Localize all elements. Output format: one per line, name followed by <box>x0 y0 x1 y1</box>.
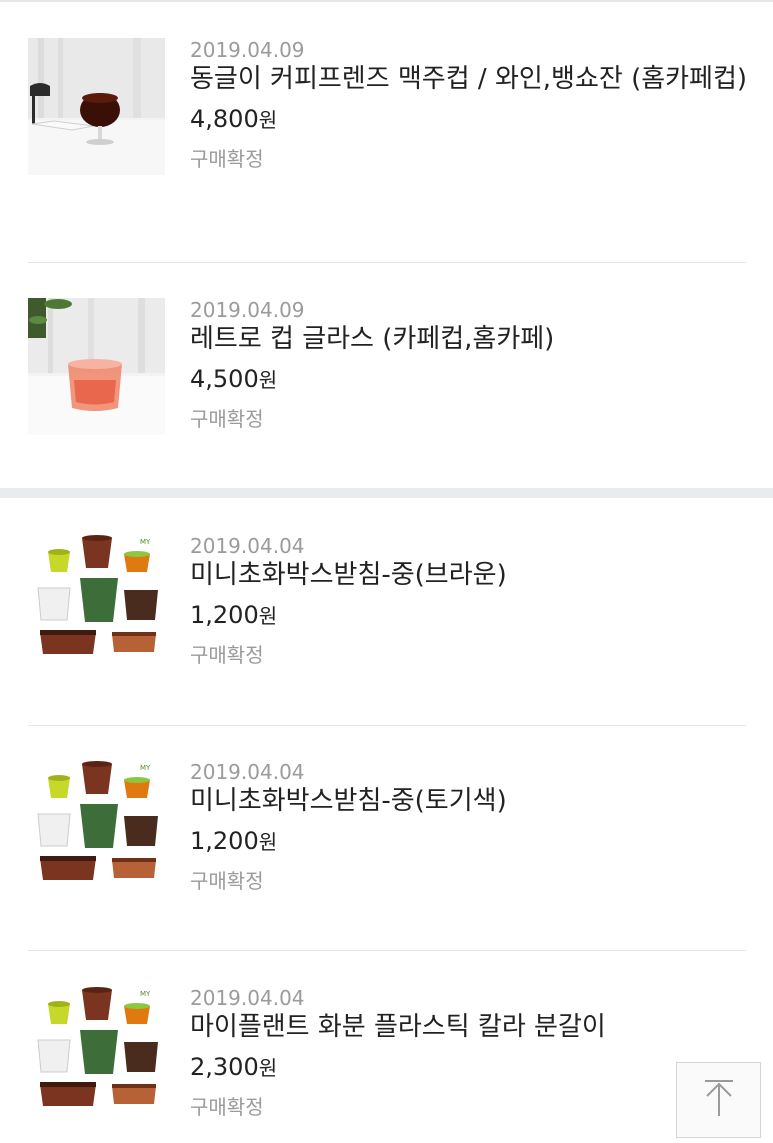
currency-label: 원 <box>258 368 278 392</box>
price-value: 4,800 <box>190 105 259 133</box>
currency-label: 원 <box>258 830 278 854</box>
product-name[interactable]: 레트로 컵 글라스 (카페컵,홈카페) <box>190 322 750 356</box>
order-status: 구매확정 <box>190 147 264 171</box>
product-name[interactable]: 미니초화박스받침-중(토기색) <box>190 784 750 818</box>
item-divider <box>28 725 746 726</box>
order-item[interactable]: 2019.04.09 동글이 커피프렌즈 맥주컵 / 와인,뱅쇼잔 (홈카페컵)… <box>28 38 747 188</box>
product-price: 1,200원 <box>190 824 750 859</box>
arrow-up-icon <box>702 1078 736 1122</box>
product-thumbnail[interactable]: MY <box>28 760 165 897</box>
order-status: 구매확정 <box>190 643 264 667</box>
product-thumbnail[interactable]: MY <box>28 986 165 1123</box>
price-value: 4,500 <box>190 365 259 393</box>
product-name[interactable]: 마이플랜트 화분 플라스틱 칼라 분갈이 <box>190 1010 750 1044</box>
order-info: 2019.04.04 미니초화박스받침-중(토기색) 1,200원 구매확정 <box>190 760 750 895</box>
item-divider <box>28 262 746 263</box>
item-divider <box>28 950 746 951</box>
order-status: 구매확정 <box>190 869 264 893</box>
price-value: 2,300 <box>190 1053 259 1081</box>
order-date: 2019.04.09 <box>190 38 305 62</box>
svg-text:MY: MY <box>140 990 151 998</box>
product-name[interactable]: 미니초화박스받침-중(브라운) <box>190 558 750 592</box>
order-status: 구매확정 <box>190 407 264 431</box>
currency-label: 원 <box>258 1056 278 1080</box>
order-info: 2019.04.09 동글이 커피프렌즈 맥주컵 / 와인,뱅쇼잔 (홈카페컵)… <box>190 38 750 173</box>
order-date: 2019.04.09 <box>190 298 305 322</box>
order-info: 2019.04.09 레트로 컵 글라스 (카페컵,홈카페) 4,500원 구매… <box>190 298 750 433</box>
product-price: 4,800원 <box>190 102 750 137</box>
order-item[interactable]: MY 2019.04.04 마이플랜트 화분 플라스틱 칼라 분갈이 2,300… <box>28 986 746 1136</box>
product-thumbnail[interactable]: MY <box>28 534 165 671</box>
product-thumbnail[interactable] <box>28 298 165 435</box>
order-item[interactable]: MY 2019.04.04 미니초화박스받침-중(토기색) 1,200원 구매확… <box>28 760 746 910</box>
group-separator <box>0 488 773 498</box>
order-info: 2019.04.04 미니초화박스받침-중(브라운) 1,200원 구매확정 <box>190 534 750 669</box>
svg-text:MY: MY <box>140 538 151 546</box>
order-date: 2019.04.04 <box>190 534 305 558</box>
product-thumbnail[interactable] <box>28 38 165 175</box>
order-date: 2019.04.04 <box>190 760 305 784</box>
product-price: 2,300원 <box>190 1050 750 1085</box>
order-item[interactable]: 2019.04.09 레트로 컵 글라스 (카페컵,홈카페) 4,500원 구매… <box>28 298 746 448</box>
currency-label: 원 <box>258 108 278 132</box>
order-date: 2019.04.04 <box>190 986 305 1010</box>
order-group: MY 2019.04.04 미니초화박스받침-중(브라운) 1,200원 구매확… <box>0 498 773 1143</box>
scroll-to-top-button[interactable] <box>676 1062 761 1138</box>
product-price: 1,200원 <box>190 598 750 633</box>
order-item[interactable]: MY 2019.04.04 미니초화박스받침-중(브라운) 1,200원 구매확… <box>28 534 746 684</box>
svg-text:MY: MY <box>140 764 151 772</box>
price-value: 1,200 <box>190 827 259 855</box>
product-name[interactable]: 동글이 커피프렌즈 맥주컵 / 와인,뱅쇼잔 (홈카페컵) <box>190 62 750 96</box>
order-group: 2019.04.09 동글이 커피프렌즈 맥주컵 / 와인,뱅쇼잔 (홈카페컵)… <box>0 2 773 488</box>
order-status: 구매확정 <box>190 1095 264 1119</box>
price-value: 1,200 <box>190 601 259 629</box>
product-price: 4,500원 <box>190 362 750 397</box>
order-info: 2019.04.04 마이플랜트 화분 플라스틱 칼라 분갈이 2,300원 구… <box>190 986 750 1121</box>
currency-label: 원 <box>258 604 278 628</box>
